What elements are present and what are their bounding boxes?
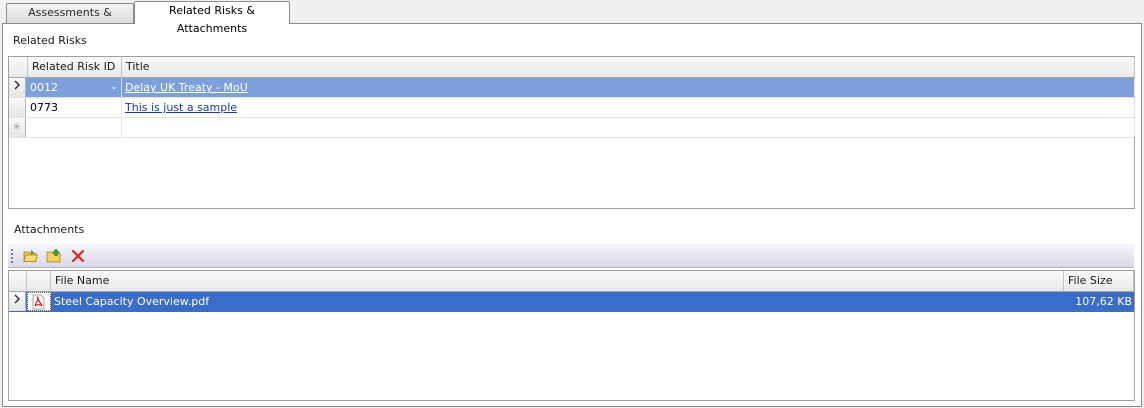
related-risk-id-value: 0012	[30, 81, 58, 94]
risk-title-link[interactable]: This is just a sample	[125, 101, 237, 114]
header-indicator-cell	[9, 57, 28, 77]
related-risks-label: Related Risks	[13, 34, 87, 47]
file-name-cell[interactable]: Steel Capacity Overview.pdf	[51, 292, 1064, 311]
column-header-file-name[interactable]: File Name	[51, 271, 1064, 291]
tab-related-risks-attachments[interactable]: Related Risks & Attachments	[134, 1, 290, 35]
title-cell: Delay UK Treaty - MoU	[122, 78, 1135, 97]
toolbar-grip[interactable]	[11, 249, 13, 263]
tab-strip: Assessments & Actions Related Risks & At…	[0, 0, 1144, 37]
column-header-related-risk-id[interactable]: Related Risk ID	[28, 57, 122, 77]
chevron-down-icon[interactable]: ⌄	[110, 78, 118, 97]
add-attachment-button[interactable]	[44, 246, 64, 265]
file-size-value: 107,62 KB	[1075, 295, 1132, 308]
attachments-label: Attachments	[14, 223, 85, 236]
new-row-icon: ✳	[9, 118, 26, 137]
folder-add-icon	[46, 248, 61, 262]
red-x-icon	[71, 249, 85, 262]
related-risk-id-cell[interactable]: 0773	[27, 98, 122, 117]
tab-label: Related Risks & Attachments	[169, 4, 255, 35]
row-current-indicator	[9, 78, 26, 97]
risk-title-link[interactable]: Delay UK Treaty - MoU	[125, 81, 248, 94]
folder-open-icon	[23, 249, 39, 262]
row-current-indicator	[9, 292, 26, 311]
open-attachment-button[interactable]	[21, 246, 41, 265]
column-header-title[interactable]: Title	[122, 57, 1135, 77]
chevron-right-icon	[14, 294, 21, 304]
grid-header: Related Risk ID Title	[9, 57, 1135, 78]
table-row[interactable]: 0773 This is just a sample	[9, 98, 1135, 118]
delete-attachment-button[interactable]	[68, 246, 88, 265]
related-risk-id-cell[interactable]: 0012 ⌄	[27, 78, 122, 97]
grid-header: File Name File Size	[9, 271, 1134, 292]
attachments-toolbar	[8, 244, 1134, 268]
chevron-right-icon	[14, 80, 21, 90]
row-indicator	[9, 98, 26, 117]
file-size-cell[interactable]: 107,62 KB	[1064, 292, 1134, 311]
title-cell[interactable]	[122, 118, 1135, 137]
attachments-grid: File Name File Size Steel Capacity Overv…	[8, 270, 1135, 401]
title-cell: This is just a sample	[122, 98, 1135, 117]
file-name-value: Steel Capacity Overview.pdf	[54, 295, 210, 308]
table-row[interactable]: 0012 ⌄ Delay UK Treaty - MoU	[9, 78, 1135, 98]
new-row[interactable]: ✳	[9, 118, 1135, 138]
column-header-file-size[interactable]: File Size	[1064, 271, 1134, 291]
pdf-icon	[32, 294, 45, 310]
file-icon-cell[interactable]	[27, 292, 51, 311]
related-risk-id-value: 0773	[30, 101, 58, 114]
table-row[interactable]: Steel Capacity Overview.pdf 107,62 KB	[9, 292, 1134, 312]
related-risks-grid: Related Risk ID Title 0012 ⌄ Delay UK Tr…	[8, 56, 1135, 209]
header-indicator-cell	[9, 271, 27, 291]
tab-assessments-actions[interactable]: Assessments & Actions	[6, 3, 134, 37]
related-risk-id-cell[interactable]	[27, 118, 122, 137]
column-header-icon[interactable]	[27, 271, 51, 291]
